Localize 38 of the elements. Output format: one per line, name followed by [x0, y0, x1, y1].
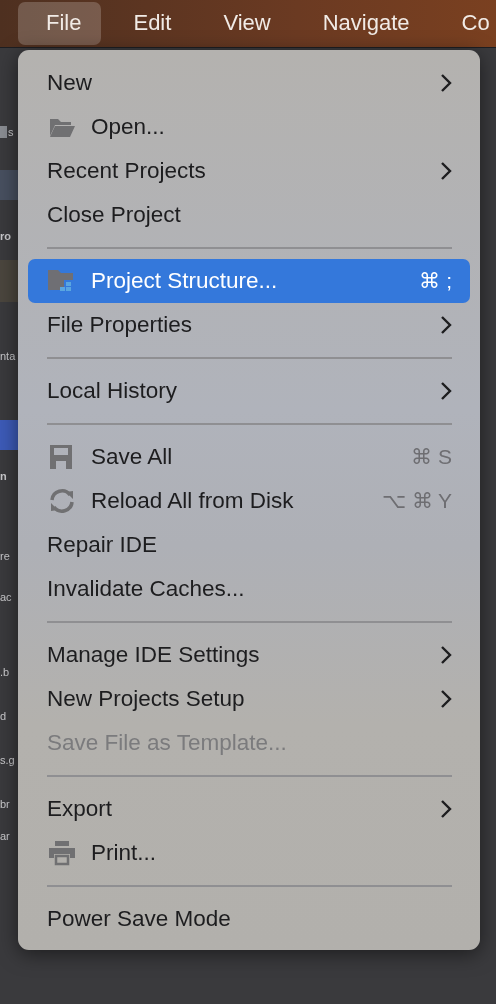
tree-item-text: s — [8, 126, 14, 138]
tree-item-text: ar — [0, 830, 10, 842]
shortcut-text: ⌘ S — [411, 445, 452, 469]
menu-bar-item[interactable]: Edit — [105, 2, 192, 45]
menu-bar-item[interactable]: Co — [433, 2, 496, 45]
menu-item[interactable]: Project Structure... ⌘ ; — [28, 259, 470, 303]
file-icon — [0, 126, 7, 138]
menu-item[interactable]: Save All ⌘ S — [28, 435, 470, 479]
menu-item[interactable]: Manage IDE Settings — [28, 633, 470, 677]
menu-item[interactable]: Power Save Mode — [28, 897, 470, 941]
tree-item-text: br — [0, 798, 10, 810]
tree-item-text: d — [0, 710, 7, 722]
tree-item-text: ac — [0, 591, 12, 603]
menu-item[interactable]: New Projects Setup — [28, 677, 470, 721]
shortcut-text: ⌘ ; — [419, 269, 452, 293]
shortcut-text: ⌥ ⌘ Y — [381, 489, 452, 513]
menu-bar-item[interactable]: View — [195, 2, 291, 45]
menu-item[interactable]: Print... — [28, 831, 470, 875]
menu-item[interactable]: Local History — [28, 369, 470, 413]
menu-item[interactable]: Invalidate Caches... — [28, 567, 470, 611]
printer-icon — [47, 840, 77, 866]
menu-bar-item[interactable]: File — [18, 2, 102, 45]
menu-item[interactable]: New — [28, 61, 470, 105]
menu-item[interactable]: Open... — [28, 105, 470, 149]
menu-bar-item[interactable]: Navigate — [294, 2, 430, 45]
menu-item[interactable]: Repair IDE — [28, 523, 470, 567]
tree-item-text: re — [0, 550, 10, 562]
tree-item-text: s.g — [0, 754, 15, 766]
menu-item[interactable]: Close Project — [28, 193, 470, 237]
menu-item[interactable]: Export — [28, 787, 470, 831]
menu-item[interactable]: Reload All from Disk ⌥ ⌘ Y — [28, 479, 470, 523]
tree-item-text: ro — [0, 230, 11, 242]
tree-item-text: n — [0, 470, 7, 482]
tree-item-text: nta — [0, 350, 16, 362]
menu-item[interactable]: File Properties — [28, 303, 470, 347]
refresh-icon — [47, 488, 77, 514]
tree-item-text: .b — [0, 666, 10, 678]
menu-item[interactable]: Recent Projects — [28, 149, 470, 193]
